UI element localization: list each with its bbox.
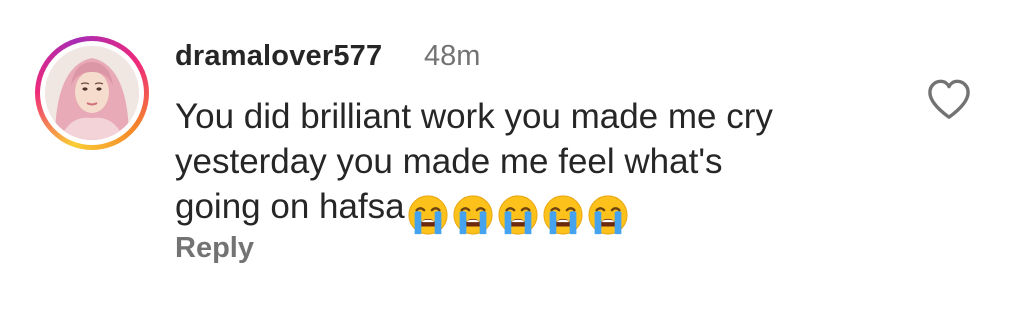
heart-outline-icon[interactable] [926,78,972,120]
loudly-crying-face-emoji [408,195,448,235]
reply-button[interactable]: Reply [175,232,254,265]
avatar[interactable] [45,46,139,140]
avatar-ring-gap [40,41,144,145]
comment-item: dramalover577 48m You did brilliant work… [0,0,1024,319]
loudly-crying-face-emoji [543,195,583,235]
loudly-crying-face-emoji [453,195,493,235]
avatar-story-ring[interactable] [35,36,149,150]
comment-timestamp: 48m [424,40,481,72]
comment-text: You did brilliant work you made me cry y… [175,94,875,236]
avatar-image [45,46,139,140]
comment-text-line-2: yesterday you made me feel what's [175,142,723,181]
loudly-crying-face-emoji [498,195,538,235]
comment-username[interactable]: dramalover577 [175,40,382,73]
comment-text-line-1: You did brilliant work you made me cry [175,97,773,136]
loudly-crying-face-emoji [588,195,628,235]
comment-text-line-3-words: going on hafsa [175,187,405,226]
emoji-row [407,190,632,236]
comment-text-line-3: going on hafsa [175,184,875,236]
